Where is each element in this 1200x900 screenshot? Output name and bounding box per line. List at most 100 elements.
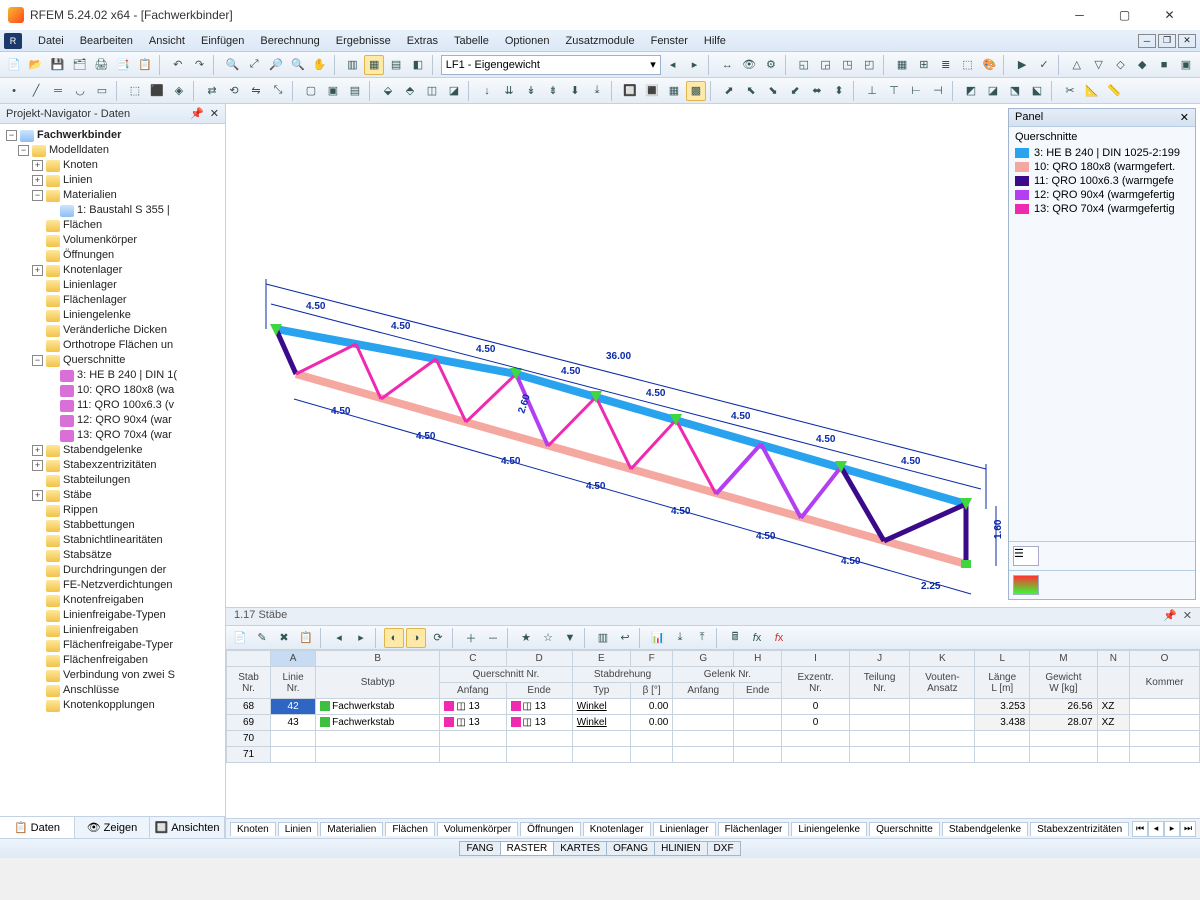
navigator-tree[interactable]: −Fachwerkbinder−Modelldaten+Knoten+Linie… (0, 124, 225, 816)
tt-a-icon[interactable]: ◐ (384, 628, 404, 648)
nav-tab-ansichten[interactable]: 🔲 Ansichten (150, 817, 225, 838)
res4-icon[interactable]: ⬋ (785, 81, 805, 101)
member-icon[interactable]: ═ (48, 81, 68, 101)
table-row[interactable]: 6943Fachwerkstab◫ 13◫ 13Winkel0.0003.438… (227, 715, 1200, 731)
line-icon[interactable]: ╱ (26, 81, 46, 101)
table-tab[interactable]: Stabexzentrizitäten (1030, 822, 1129, 836)
tab-nav-button[interactable]: ▸ (1164, 821, 1180, 837)
clip2-icon[interactable]: 📐 (1082, 81, 1102, 101)
menu-tabelle[interactable]: Tabelle (446, 33, 497, 49)
tree-node[interactable]: 1: Baustahl S 355 | (4, 203, 225, 218)
menu-ergebnisse[interactable]: Ergebnisse (328, 33, 399, 49)
status-toggle[interactable]: FANG (459, 841, 500, 856)
tree-node[interactable]: −Querschnitte (4, 353, 225, 368)
table-tab[interactable]: Knoten (230, 822, 276, 836)
tree-node[interactable]: Orthotrope Flächen un (4, 338, 225, 353)
ax2-icon[interactable]: ⊤ (884, 81, 904, 101)
tt-del-icon[interactable]: ✖ (274, 628, 294, 648)
pan-icon[interactable]: ✋ (310, 55, 330, 75)
rotate-icon[interactable]: ⟲ (224, 81, 244, 101)
tree-node[interactable]: Volumenkörper (4, 233, 225, 248)
mdi-restore-button[interactable]: ❐ (1158, 34, 1176, 48)
prev-lc-icon[interactable]: ◂ (663, 55, 683, 75)
status-toggle[interactable]: OFANG (607, 841, 655, 856)
sup6-icon[interactable]: ▣ (1176, 55, 1196, 75)
tree-node[interactable]: 13: QRO 70x4 (war (4, 428, 225, 443)
tt-edit-icon[interactable]: ✎ (252, 628, 272, 648)
copy-icon[interactable]: 📋 (135, 55, 155, 75)
vw4-icon[interactable]: ▩ (686, 81, 706, 101)
vw3-icon[interactable]: ▦ (664, 81, 684, 101)
iso3-icon[interactable]: ⬔ (1005, 81, 1025, 101)
tree-node[interactable]: Flächenfreigaben (4, 653, 225, 668)
menu-extras[interactable]: Extras (399, 33, 446, 49)
sel3-icon[interactable]: ◈ (169, 81, 189, 101)
tt-fx-icon[interactable]: fx (747, 628, 767, 648)
layers-icon[interactable]: ≣ (936, 55, 956, 75)
load1-icon[interactable]: ↓ (477, 81, 497, 101)
load5-icon[interactable]: ⬇ (565, 81, 585, 101)
iso4-icon[interactable]: ⬕ (1027, 81, 1047, 101)
tt-cols-icon[interactable]: ▥ (593, 628, 613, 648)
sup3-icon[interactable]: ◇ (1111, 55, 1131, 75)
view1-icon[interactable]: ▥ (343, 55, 363, 75)
tree-node[interactable]: Linienlager (4, 278, 225, 293)
table-tab[interactable]: Stabendgelenke (942, 822, 1028, 836)
navigator-pin-icon[interactable]: 📌 (190, 108, 204, 120)
panel-close-icon[interactable]: ✕ (1180, 111, 1189, 124)
menu-datei[interactable]: Datei (30, 33, 72, 49)
menu-berechnung[interactable]: Berechnung (252, 33, 327, 49)
tree-node[interactable]: 10: QRO 180x8 (wa (4, 383, 225, 398)
tool-c-icon[interactable]: ◳ (838, 55, 858, 75)
tree-node[interactable]: Öffnungen (4, 248, 225, 263)
tree-node[interactable]: +Knotenlager (4, 263, 225, 278)
mdi-minimize-button[interactable]: ─ (1138, 34, 1156, 48)
tree-node[interactable]: Knotenfreigaben (4, 593, 225, 608)
gen1-icon[interactable]: ⬙ (378, 81, 398, 101)
sel2-icon[interactable]: ⬛ (147, 81, 167, 101)
status-toggle[interactable]: DXF (708, 841, 741, 856)
eye-icon[interactable]: 👁 (739, 55, 759, 75)
load6-icon[interactable]: ⤓ (587, 81, 607, 101)
tree-node[interactable]: 11: QRO 100x6.3 (v (4, 398, 225, 413)
sup5-icon[interactable]: ■ (1154, 55, 1174, 75)
tt-mark1-icon[interactable]: ★ (516, 628, 536, 648)
tt-fx2-icon[interactable]: fx (769, 628, 789, 648)
table-tab[interactable]: Flächen (385, 822, 435, 836)
view2-icon[interactable]: ▦ (364, 55, 384, 75)
sel1-icon[interactable]: ⬚ (125, 81, 145, 101)
menu-ansicht[interactable]: Ansicht (141, 33, 193, 49)
redo-icon[interactable]: ↷ (190, 55, 210, 75)
gen4-icon[interactable]: ◪ (444, 81, 464, 101)
tt-minus-icon[interactable]: － (483, 628, 503, 648)
tab-nav-button[interactable]: ◂ (1148, 821, 1164, 837)
tt-mark2-icon[interactable]: ☆ (538, 628, 558, 648)
tt-export-icon[interactable]: ⤓ (670, 628, 690, 648)
model-viewport[interactable]: 36.00 4.50 4.50 4.50 4.50 4.50 4.50 4.50… (226, 104, 1200, 608)
zoom-window-icon[interactable]: 🔍 (222, 55, 242, 75)
tree-node[interactable]: −Fachwerkbinder (4, 128, 225, 143)
sup2-icon[interactable]: ▽ (1089, 55, 1109, 75)
tt-copy-icon[interactable]: 📋 (296, 628, 316, 648)
tt-new-icon[interactable]: 📄 (230, 628, 250, 648)
res2-icon[interactable]: ⬉ (741, 81, 761, 101)
filter-icon[interactable]: ⚙ (761, 55, 781, 75)
tt-filter-icon[interactable]: ▼ (560, 628, 580, 648)
gen2-icon[interactable]: ⬘ (400, 81, 420, 101)
calc-icon[interactable]: ▶ (1012, 55, 1032, 75)
tree-node[interactable]: 3: HE B 240 | DIN 1( (4, 368, 225, 383)
table-tab[interactable]: Materialien (320, 822, 383, 836)
new-icon[interactable]: 📄 (4, 55, 24, 75)
tree-node[interactable]: Veränderliche Dicken (4, 323, 225, 338)
table-row[interactable]: 71 (227, 747, 1200, 763)
tree-node[interactable]: −Modelldaten (4, 143, 225, 158)
gen3-icon[interactable]: ◫ (422, 81, 442, 101)
scale-icon[interactable]: ⤡ (268, 81, 288, 101)
arc-icon[interactable]: ◡ (70, 81, 90, 101)
status-toggle[interactable]: RASTER (501, 841, 555, 856)
surface-icon[interactable]: ▭ (92, 81, 112, 101)
results-toggle-icon[interactable]: ◧ (408, 55, 428, 75)
view3-icon[interactable]: ▤ (386, 55, 406, 75)
res6-icon[interactable]: ⬍ (829, 81, 849, 101)
tt-calc-icon[interactable]: 🖩 (725, 628, 745, 648)
